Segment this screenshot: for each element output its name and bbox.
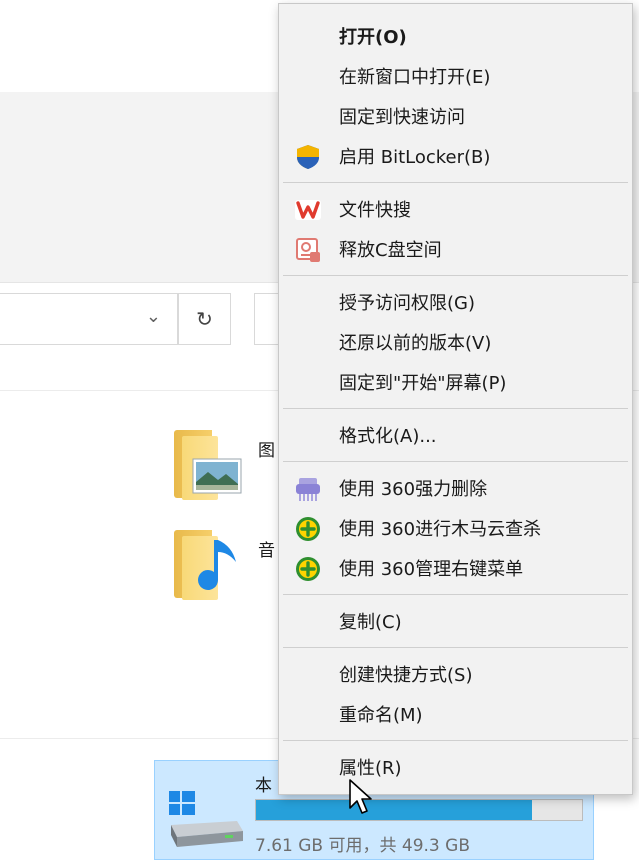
menu-item[interactable]: 使用 360强力删除 (279, 468, 632, 508)
menu-item[interactable]: 还原以前的版本(V) (279, 322, 632, 362)
menu-separator (283, 408, 628, 409)
menu-item[interactable]: 固定到"开始"屏幕(P) (279, 362, 632, 402)
drive-name: 本 (255, 776, 272, 796)
pictures-folder-icon (174, 430, 244, 502)
menu-item-label: 还原以前的版本(V) (339, 333, 492, 354)
menu-item[interactable]: 复制(C) (279, 601, 632, 641)
bitlocker-shield-icon (295, 144, 321, 170)
menu-item[interactable]: 释放C盘空间 (279, 229, 632, 269)
menu-item[interactable]: 固定到快速访问 (279, 96, 632, 136)
music-folder-icon (174, 530, 244, 602)
menu-item-label: 固定到快速访问 (339, 107, 465, 128)
menu-separator (283, 461, 628, 462)
windows-drive-icon (169, 791, 243, 847)
menu-item-label: 格式化(A)... (339, 426, 437, 447)
drive-usage-bar (255, 799, 583, 821)
menu-item[interactable]: 打开(O) (279, 16, 632, 56)
menu-item[interactable]: 使用 360进行木马云查杀 (279, 508, 632, 548)
menu-item-label: 释放C盘空间 (339, 240, 442, 261)
drive-usage-fill (256, 800, 532, 820)
menu-item[interactable]: 文件快搜 (279, 189, 632, 229)
menu-item[interactable]: 授予访问权限(G) (279, 282, 632, 322)
menu-item-label: 打开(O) (339, 27, 407, 48)
menu-item[interactable]: 重命名(M) (279, 694, 632, 734)
menu-separator (283, 647, 628, 648)
menu-item[interactable]: 创建快捷方式(S) (279, 654, 632, 694)
menu-item[interactable]: 在新窗口中打开(E) (279, 56, 632, 96)
refresh-button[interactable]: ↻ (178, 293, 231, 345)
menu-item-label: 固定到"开始"屏幕(P) (339, 373, 507, 394)
menu-item[interactable]: 格式化(A)... (279, 415, 632, 455)
drive-space-text: 7.61 GB 可用，共 49.3 GB (255, 836, 470, 856)
folder-pictures[interactable]: 图 (174, 430, 284, 502)
menu-separator (283, 740, 628, 741)
wps-icon (295, 197, 321, 223)
mouse-cursor-icon (349, 779, 372, 814)
menu-separator (283, 594, 628, 595)
refresh-icon: ↻ (196, 307, 213, 331)
menu-item[interactable]: 使用 360管理右键菜单 (279, 548, 632, 588)
menu-item-label: 创建快捷方式(S) (339, 665, 473, 686)
context-menu: 打开(O) 在新窗口中打开(E) 固定到快速访问启用 BitLocker(B) 文件快… (278, 3, 633, 795)
disk-cleanup-icon (295, 237, 321, 263)
360-shredder-icon (295, 476, 321, 502)
menu-item-label: 属性(R) (339, 758, 402, 779)
menu-item-label: 使用 360进行木马云查杀 (339, 519, 542, 540)
folder-label: 音 (258, 541, 275, 561)
menu-item-label: 文件快搜 (339, 200, 411, 221)
menu-item-label: 在新窗口中打开(E) (339, 67, 491, 88)
folder-label: 图 (258, 441, 275, 461)
menu-item[interactable]: 启用 BitLocker(B) (279, 136, 632, 176)
menu-item-label: 授予访问权限(G) (339, 293, 475, 314)
chevron-down-icon[interactable]: ⌄ (146, 306, 161, 327)
360-security-icon (295, 516, 321, 542)
menu-separator (283, 182, 628, 183)
menu-item-label: 使用 360管理右键菜单 (339, 559, 524, 580)
menu-item[interactable]: 属性(R) (279, 747, 632, 787)
folder-music[interactable]: 音 (174, 530, 284, 602)
menu-item-label: 使用 360强力删除 (339, 479, 488, 500)
menu-item-label: 复制(C) (339, 612, 402, 633)
menu-item-label: 启用 BitLocker(B) (339, 147, 491, 168)
menu-item-label: 重命名(M) (339, 705, 423, 726)
360-security-icon (295, 556, 321, 582)
menu-separator (283, 275, 628, 276)
address-bar[interactable]: ⌄ (0, 293, 178, 345)
